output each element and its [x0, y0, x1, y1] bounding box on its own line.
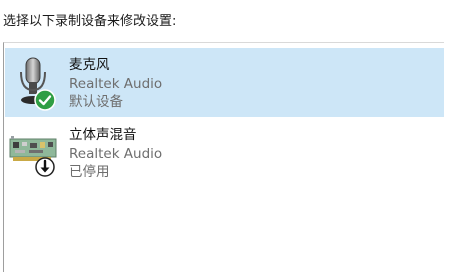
device-driver: Realtek Audio — [69, 76, 163, 92]
disabled-down-arrow-icon — [35, 157, 55, 177]
device-name: 麦克风 — [69, 57, 110, 73]
device-name: 立体声混音 — [69, 127, 137, 143]
device-item-stereo-mix[interactable]: 立体声混音 Realtek Audio 已停用 — [5, 118, 444, 187]
device-status: 默认设备 — [69, 94, 123, 110]
device-driver: Realtek Audio — [69, 146, 163, 162]
recording-device-list[interactable]: 麦克风 Realtek Audio 默认设备 立体声混音 Realtek Aud… — [3, 42, 444, 272]
device-status: 已停用 — [69, 164, 110, 180]
check-badge-icon — [34, 89, 56, 111]
device-item-microphone[interactable]: 麦克风 Realtek Audio 默认设备 — [5, 48, 444, 117]
instruction-text: 选择以下录制设备来修改设置: — [3, 14, 177, 29]
